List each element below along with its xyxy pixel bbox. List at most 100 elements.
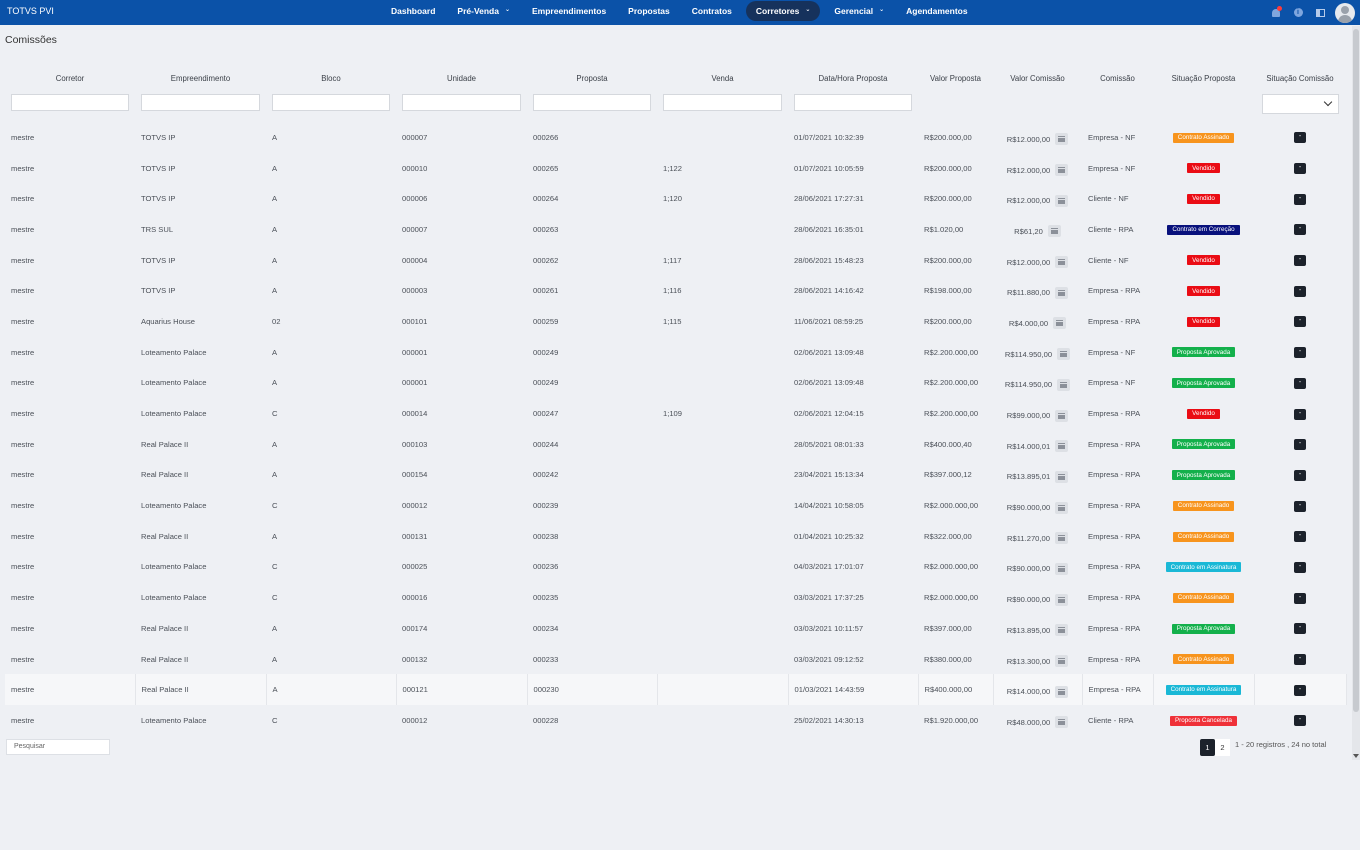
calendar-icon[interactable] [1055, 470, 1069, 483]
column-header-situacao-comissao[interactable]: Situação Comissão [1254, 62, 1346, 94]
table-row[interactable]: mestre Loteamento Palace C 000016 000235 03/0… [5, 582, 1346, 613]
nav-contratos[interactable]: Contratos [681, 1, 743, 21]
table-row[interactable]: mestre Real Palace II A 000174 000234 03/03/2… [5, 613, 1346, 644]
filter-data-hora-proposta-input[interactable] [794, 94, 912, 111]
cell-situacao-proposta: Vendido [1153, 306, 1254, 337]
situacao-comissao-button[interactable]: - [1294, 592, 1306, 604]
page-2-button[interactable]: 2 [1215, 739, 1230, 756]
situacao-comissao-button[interactable]: - [1294, 469, 1306, 481]
nav-empreendimentos[interactable]: Empreendimentos [521, 1, 617, 21]
situacao-comissao-button[interactable]: - [1294, 561, 1306, 573]
nav-propostas[interactable]: Propostas [617, 1, 681, 21]
calendar-icon[interactable] [1057, 378, 1071, 391]
calendar-icon[interactable] [1047, 225, 1061, 238]
column-header-comissao[interactable]: Comissão [1082, 62, 1153, 94]
filter-corretor-input[interactable] [11, 94, 129, 111]
filter-unidade-input[interactable] [402, 94, 521, 111]
column-header-unidade[interactable]: Unidade [396, 62, 527, 94]
calendar-icon[interactable] [1055, 593, 1069, 606]
table-row[interactable]: mestre Real Palace II A 000103 000244 28/05/2… [5, 429, 1346, 460]
situacao-comissao-button[interactable]: - [1294, 255, 1306, 267]
table-row[interactable]: mestre Loteamento Palace C 000025 000236 04/0… [5, 552, 1346, 583]
situacao-comissao-button[interactable]: - [1294, 500, 1306, 512]
situacao-comissao-button[interactable]: - [1294, 654, 1306, 666]
column-header-corretor[interactable]: Corretor [5, 62, 135, 94]
filter-bloco-input[interactable] [272, 94, 390, 111]
situacao-comissao-button[interactable]: - [1294, 132, 1306, 144]
table-row[interactable]: mestre Loteamento Palace C 000014 000247 1;10… [5, 398, 1346, 429]
situacao-comissao-button[interactable]: - [1294, 316, 1306, 328]
table-row[interactable]: mestre TRS SUL A 000007 000263 28/06/2021 16:… [5, 214, 1346, 245]
panel-icon[interactable] [1313, 6, 1327, 20]
situacao-comissao-button[interactable]: - [1294, 408, 1306, 420]
filter-situacao-comissao-select[interactable] [1261, 94, 1339, 114]
situacao-comissao-button[interactable]: - [1294, 347, 1306, 359]
situacao-comissao-button[interactable]: - [1294, 193, 1306, 205]
calendar-icon[interactable] [1055, 194, 1069, 207]
calendar-icon[interactable] [1055, 256, 1069, 269]
column-header-valor-comissao[interactable]: Valor Comissão [993, 62, 1082, 94]
nav-gerencial[interactable]: Gerencial ⌄ [823, 1, 895, 21]
situacao-comissao-button[interactable]: - [1294, 285, 1306, 297]
table-row[interactable]: mestre Loteamento Palace A 000001 000249 02/0… [5, 337, 1346, 368]
scroll-down-icon[interactable] [1353, 754, 1359, 758]
calendar-icon[interactable] [1055, 716, 1069, 729]
calendar-icon[interactable] [1053, 317, 1067, 330]
situacao-comissao-button[interactable]: - [1294, 715, 1306, 727]
page-1-button[interactable]: 1 [1200, 739, 1215, 756]
table-row[interactable]: mestre Aquarius House 02 000101 000259 1;115 1… [5, 306, 1346, 337]
table-row[interactable]: mestre Loteamento Palace C 000012 000239 14/0… [5, 490, 1346, 521]
table-row[interactable]: mestre TOTVS IP A 000006 000264 1;120 28/06/20… [5, 183, 1346, 214]
column-header-data-hora-proposta[interactable]: Data/Hora Proposta [788, 62, 918, 94]
calendar-icon[interactable] [1055, 409, 1069, 422]
table-row[interactable]: mestre TOTVS IP A 000004 000262 1;117 28/06/20… [5, 245, 1346, 276]
calendar-icon[interactable] [1055, 562, 1069, 575]
avatar-icon[interactable] [1335, 2, 1355, 23]
filter-proposta-input[interactable] [533, 94, 651, 111]
nav-corretores[interactable]: Corretores ⌄ [745, 1, 821, 21]
scrollbar-thumb[interactable] [1353, 29, 1359, 712]
nav-dashboard[interactable]: Dashboard [380, 1, 446, 21]
calendar-icon[interactable] [1055, 501, 1069, 514]
brand-logo[interactable]: TOTVS PVI [7, 0, 54, 22]
calendar-icon[interactable] [1055, 685, 1069, 698]
column-header-proposta[interactable]: Proposta [527, 62, 657, 94]
situacao-comissao-button[interactable]: - [1294, 163, 1306, 175]
table-row[interactable]: mestre TOTVS IP A 000007 000266 01/07/2021 10… [5, 122, 1346, 153]
column-header-valor-proposta[interactable]: Valor Proposta [918, 62, 993, 94]
calendar-icon[interactable] [1055, 655, 1069, 668]
filter-empreendimento-input[interactable] [141, 94, 260, 111]
calendar-icon[interactable] [1054, 532, 1068, 545]
situacao-comissao-button[interactable]: - [1294, 623, 1306, 635]
table-row[interactable]: mestre Loteamento Palace A 000001 000249 02/0… [5, 368, 1346, 399]
table-header: Corretor Empreendimento Bloco Unidade Propos… [5, 62, 1346, 94]
bell-icon[interactable] [1269, 5, 1283, 20]
calendar-icon[interactable] [1054, 286, 1068, 299]
situacao-comissao-button[interactable]: - [1294, 224, 1306, 236]
info-icon[interactable]: i [1291, 6, 1305, 20]
table-row[interactable]: mestre Real Palace II A 000132 000233 03/03/2… [5, 644, 1346, 675]
column-header-venda[interactable]: Venda [657, 62, 788, 94]
table-row[interactable]: mestre Real Palace II A 000154 000242 23/04/2… [5, 460, 1346, 491]
situacao-comissao-button[interactable]: - [1294, 377, 1306, 389]
table-row[interactable]: mestre Real Palace II A 000121 000230 01/03/2… [5, 674, 1347, 706]
calendar-icon[interactable] [1055, 164, 1069, 177]
table-row[interactable]: mestre TOTVS IP A 000010 000265 1;122 01/07/20… [5, 153, 1346, 184]
filter-venda-input[interactable] [663, 94, 782, 111]
situacao-comissao-button[interactable]: - [1294, 531, 1306, 543]
situacao-comissao-button[interactable]: - [1294, 684, 1306, 696]
table-row[interactable]: mestre Loteamento Palace C 000012 000228 25/0… [5, 705, 1346, 736]
calendar-icon[interactable] [1055, 624, 1069, 637]
calendar-icon[interactable] [1055, 440, 1069, 453]
search-input[interactable]: Pesquisar [6, 739, 110, 755]
table-row[interactable]: mestre TOTVS IP A 000003 000261 1;116 28/06/20… [5, 275, 1346, 306]
table-row[interactable]: mestre Real Palace II A 000131 000238 01/04/2… [5, 521, 1346, 552]
column-header-situacao-proposta[interactable]: Situação Proposta [1153, 62, 1254, 94]
situacao-comissao-button[interactable]: - [1294, 439, 1306, 451]
calendar-icon[interactable] [1057, 348, 1071, 361]
column-header-bloco[interactable]: Bloco [266, 62, 396, 94]
nav-agendamentos[interactable]: Agendamentos [895, 1, 978, 21]
column-header-empreendimento[interactable]: Empreendimento [135, 62, 266, 94]
calendar-icon[interactable] [1055, 133, 1069, 146]
nav-pre-venda[interactable]: Pré-Venda ⌄ [446, 1, 521, 21]
